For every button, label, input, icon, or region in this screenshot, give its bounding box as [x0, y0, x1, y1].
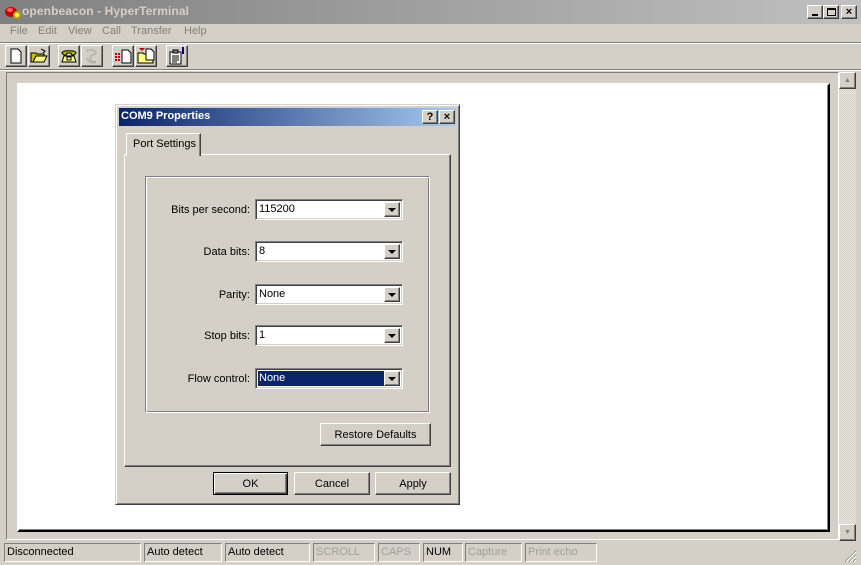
resize-grip-icon[interactable]: [843, 549, 857, 563]
send-button[interactable]: [112, 45, 134, 67]
apply-button[interactable]: Apply: [375, 472, 451, 495]
scroll-down-button[interactable]: ▼: [839, 524, 856, 541]
chevron-down-icon: [388, 207, 396, 212]
bits-per-second-dropdown-button[interactable]: [384, 202, 400, 217]
bits-per-second-select[interactable]: 115200: [255, 199, 403, 220]
minimize-icon: [812, 14, 818, 16]
bits-per-second-label: Bits per second:: [171, 204, 250, 216]
properties-icon: [169, 47, 184, 65]
parity-select[interactable]: None: [255, 284, 403, 305]
menu-file[interactable]: File: [10, 25, 28, 37]
close-icon: ×: [845, 5, 853, 18]
cancel-button[interactable]: Cancel: [294, 472, 370, 495]
flow-control-value: None: [257, 370, 386, 387]
toolbar: [0, 44, 861, 70]
dialog-close-button[interactable]: ×: [439, 110, 455, 124]
scroll-down-arrow-icon: ▼: [844, 529, 851, 536]
restore-defaults-button[interactable]: Restore Defaults: [320, 423, 431, 446]
data-bits-select[interactable]: 8: [255, 241, 403, 262]
menu-transfer[interactable]: Transfer: [131, 25, 172, 37]
close-button[interactable]: ×: [841, 5, 857, 19]
stop-bits-dropdown-button[interactable]: [384, 328, 400, 343]
flow-control-dropdown-button[interactable]: [384, 371, 400, 386]
data-bits-value: 8: [259, 245, 266, 257]
stop-bits-select[interactable]: 1: [255, 325, 403, 346]
status-detect-format: Auto detect: [225, 543, 310, 562]
data-bits-label: Data bits:: [203, 246, 250, 258]
status-print-echo: Print echo: [525, 543, 597, 562]
hyperterminal-app-icon: [5, 7, 21, 19]
status-detect-speed: Auto detect: [144, 543, 222, 562]
new-button[interactable]: [5, 45, 27, 67]
vertical-scrollbar[interactable]: ▲ ▼: [839, 72, 856, 541]
ok-button[interactable]: OK: [213, 472, 288, 495]
flow-control-select[interactable]: None: [255, 368, 403, 389]
status-bar: Disconnected Auto detect Auto detect SCR…: [0, 541, 861, 565]
help-icon: ?: [426, 111, 434, 123]
bits-per-second-value: 115200: [259, 203, 295, 215]
com-properties-dialog: COM9 Properties ? × Port Settings Bits p…: [115, 104, 460, 505]
dialog-help-button[interactable]: ?: [422, 110, 438, 124]
maximize-button[interactable]: [823, 5, 839, 19]
status-caps: CAPS: [378, 543, 420, 562]
disconnect-button[interactable]: [81, 45, 103, 67]
scroll-up-button[interactable]: ▲: [839, 72, 856, 89]
data-bits-dropdown-button[interactable]: [384, 244, 400, 259]
receive-icon: [137, 48, 155, 64]
status-capture: Capture: [465, 543, 522, 562]
open-icon: [30, 48, 48, 63]
menu-help[interactable]: Help: [184, 25, 207, 37]
parity-dropdown-button[interactable]: [384, 287, 400, 302]
parity-value: None: [259, 288, 286, 300]
receive-button[interactable]: [135, 45, 157, 67]
toolbar-separator: [0, 69, 861, 71]
new-icon: [10, 48, 22, 64]
menu-view[interactable]: View: [68, 25, 92, 37]
window-title: openbeacon - HyperTerminal: [22, 4, 190, 18]
close-icon: ×: [443, 111, 451, 123]
stop-bits-label: Stop bits:: [204, 330, 250, 342]
properties-button[interactable]: [166, 45, 188, 67]
chevron-down-icon: [388, 292, 396, 297]
window-title-bar[interactable]: openbeacon - HyperTerminal ×: [0, 0, 861, 24]
scroll-up-arrow-icon: ▲: [844, 77, 851, 84]
chevron-down-icon: [388, 333, 396, 338]
tab-port-settings[interactable]: Port Settings: [126, 133, 201, 156]
dialog-title: COM9 Properties: [121, 110, 211, 122]
menu-edit[interactable]: Edit: [38, 25, 57, 37]
status-scroll: SCROLL: [313, 543, 375, 562]
status-num: NUM: [423, 543, 463, 562]
open-button[interactable]: [28, 45, 50, 67]
status-connection: Disconnected: [4, 543, 141, 562]
parity-label: Parity:: [218, 289, 250, 301]
disconnect-icon: [86, 48, 98, 64]
dialog-title-bar[interactable]: COM9 Properties ? ×: [119, 108, 456, 126]
send-icon: [115, 49, 132, 64]
chevron-down-icon: [388, 249, 396, 254]
call-button[interactable]: [58, 45, 80, 67]
maximize-icon: [826, 8, 836, 16]
menu-bar: File Edit View Call Transfer Help: [0, 24, 861, 42]
call-icon: [61, 50, 77, 63]
stop-bits-value: 1: [259, 329, 266, 341]
menu-call[interactable]: Call: [102, 25, 121, 37]
flow-control-label: Flow control:: [187, 373, 250, 385]
minimize-button[interactable]: [807, 5, 823, 19]
chevron-down-icon: [388, 376, 396, 381]
